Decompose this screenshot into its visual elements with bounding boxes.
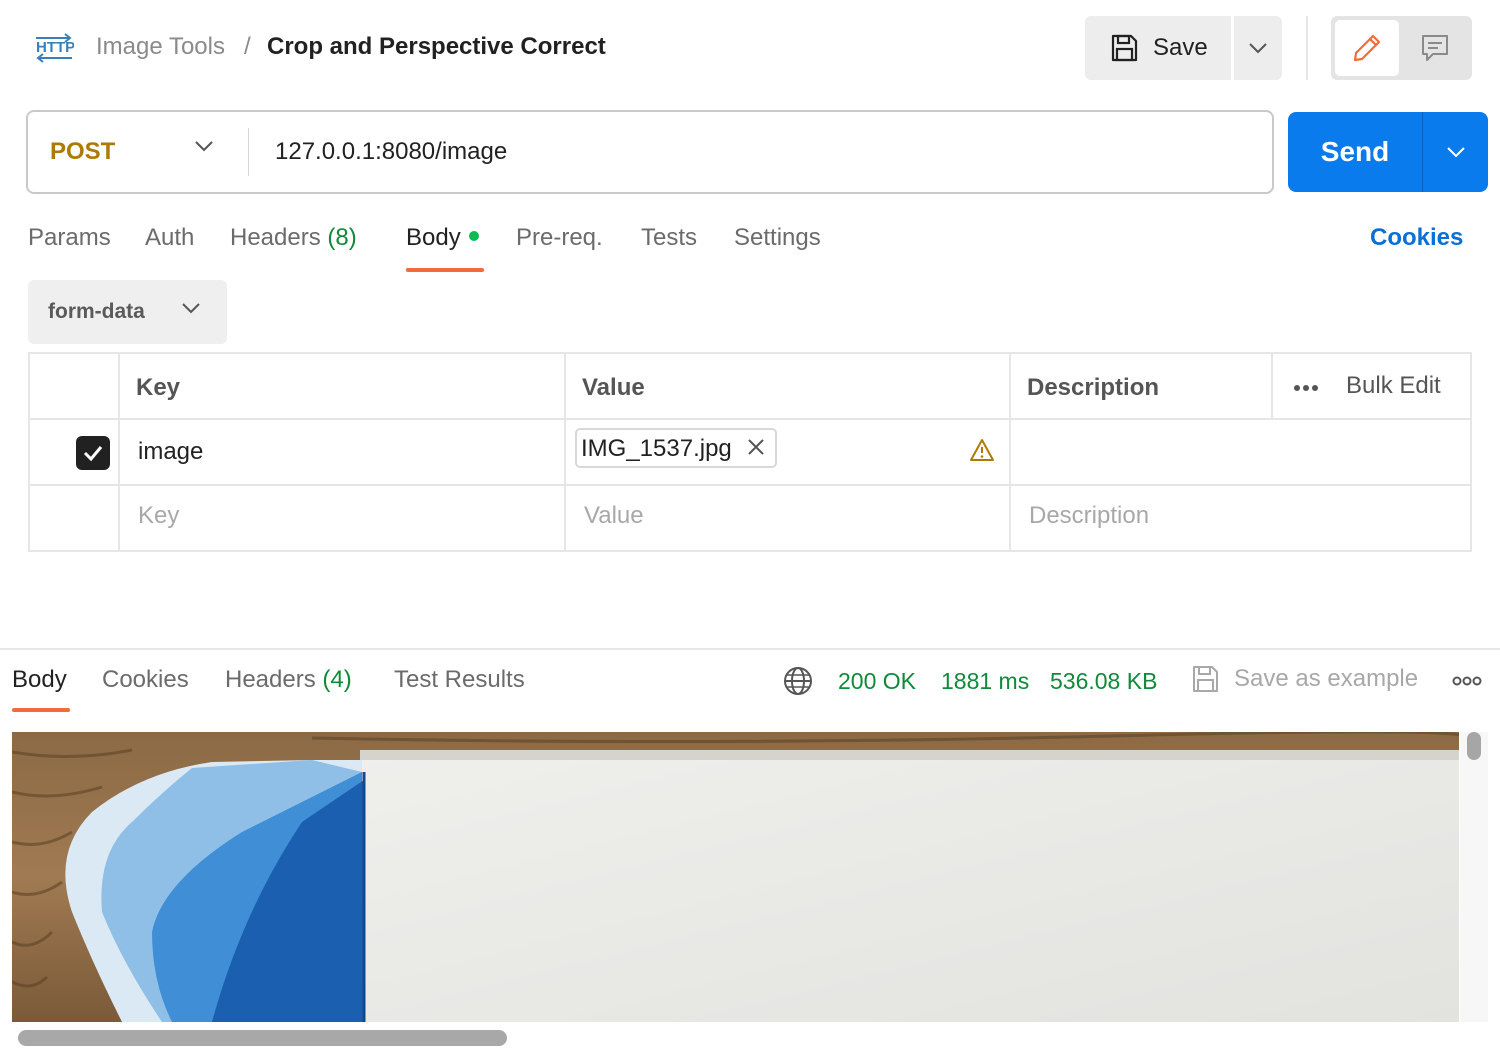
pencil-icon [1353, 34, 1381, 62]
cookies-link[interactable]: Cookies [1370, 224, 1463, 252]
response-tab-cookies[interactable]: Cookies [102, 666, 189, 694]
send-button[interactable]: Send [1288, 112, 1422, 192]
form-data-table: Key Value Description Bulk Edit image IM… [28, 352, 1472, 552]
chevron-down-icon [182, 303, 200, 314]
send-button-group: Send [1288, 112, 1488, 192]
body-modified-dot [468, 230, 479, 241]
header-divider [1306, 16, 1308, 80]
globe-icon[interactable] [783, 666, 813, 696]
url-divider [248, 128, 249, 176]
column-header-key: Key [136, 374, 181, 401]
row-checkbox-cell [30, 420, 120, 486]
tab-body[interactable]: Body [406, 224, 479, 252]
tab-tests[interactable]: Tests [641, 224, 697, 252]
more-dots-icon[interactable] [1293, 384, 1319, 392]
tab-pre-request[interactable]: Pre-req. [516, 224, 603, 252]
vertical-scrollbar[interactable] [1467, 732, 1481, 760]
header-description-cell: Description [1011, 354, 1273, 420]
row-enabled-checkbox[interactable] [76, 436, 110, 470]
file-chip: IMG_1537.jpg [575, 428, 777, 468]
tab-auth[interactable]: Auth [145, 224, 194, 252]
column-header-value: Value [582, 374, 645, 401]
row-key: image [138, 438, 204, 465]
tab-headers-count: (8) [327, 224, 357, 251]
column-header-description: Description [1027, 374, 1160, 401]
breadcrumb-collection[interactable]: Image Tools [96, 33, 225, 61]
save-label: Save [1153, 34, 1208, 61]
comment-mode-button[interactable] [1403, 20, 1467, 76]
new-row-checkbox-cell [30, 486, 120, 550]
mode-toggle [1331, 16, 1472, 80]
save-icon [1111, 34, 1138, 62]
response-time[interactable]: 1881 ms [941, 668, 1029, 695]
new-description-placeholder: Description [1029, 502, 1150, 529]
response-divider [0, 648, 1500, 650]
url-bar: POST 127.0.0.1:8080/image [26, 110, 1274, 194]
warning-icon[interactable] [969, 438, 995, 462]
tab-body-label: Body [406, 224, 461, 251]
file-name: IMG_1537.jpg [581, 435, 732, 462]
new-key-placeholder: Key [138, 502, 180, 529]
vertical-scrollbar-track [1460, 732, 1488, 1022]
new-value-placeholder: Value [584, 502, 644, 529]
header-actions-cell: Bulk Edit [1273, 354, 1472, 420]
chevron-down-icon [1446, 147, 1465, 158]
checkmark-icon [83, 446, 103, 462]
save-icon [1193, 666, 1218, 692]
response-size[interactable]: 536.08 KB [1050, 668, 1157, 695]
more-dots-icon[interactable] [1452, 676, 1482, 686]
response-image [12, 732, 1459, 1022]
chevron-down-icon [1249, 43, 1267, 54]
new-key-input[interactable]: Key [120, 486, 566, 550]
header-value-cell: Value [566, 354, 1011, 420]
request-name[interactable]: Crop and Perspective Correct [267, 33, 606, 61]
response-tab-headers-count: (4) [322, 666, 352, 693]
header-checkbox-cell [30, 354, 120, 420]
send-options-button[interactable] [1423, 112, 1488, 192]
tab-headers-label: Headers [230, 224, 321, 251]
edit-mode-button[interactable] [1335, 20, 1399, 76]
method-selector[interactable]: POST [50, 138, 115, 166]
tab-params[interactable]: Params [28, 224, 111, 252]
new-description-input[interactable]: Description [1011, 486, 1472, 550]
bulk-edit-button[interactable]: Bulk Edit [1346, 372, 1441, 400]
row-value-cell[interactable]: IMG_1537.jpg [566, 420, 1011, 486]
save-as-example-button[interactable]: Save as example [1190, 664, 1418, 694]
save-button-group: Save [1085, 16, 1282, 80]
row-description-cell[interactable] [1011, 420, 1472, 486]
save-as-example-label: Save as example [1234, 665, 1419, 692]
close-icon[interactable] [747, 438, 765, 456]
url-input[interactable]: 127.0.0.1:8080/image [275, 138, 507, 166]
body-type-label: form-data [48, 300, 145, 323]
header: HTTP Image Tools / Crop and Perspective … [0, 0, 1500, 96]
tab-headers[interactable]: Headers (8) [230, 224, 357, 252]
response-status[interactable]: 200 OK [838, 668, 916, 695]
response-active-tab-indicator [12, 708, 70, 712]
header-key-cell: Key [120, 354, 566, 420]
horizontal-scrollbar[interactable] [18, 1030, 507, 1046]
response-tab-test-results[interactable]: Test Results [394, 666, 525, 694]
tab-settings[interactable]: Settings [734, 224, 821, 252]
response-tab-headers-label: Headers [225, 666, 316, 693]
svg-text:HTTP: HTTP [36, 39, 74, 56]
comment-icon [1422, 35, 1448, 61]
response-tab-body[interactable]: Body [12, 666, 67, 694]
response-image-preview[interactable] [12, 732, 1459, 1022]
chevron-down-icon[interactable] [194, 140, 214, 152]
active-tab-indicator [406, 268, 484, 272]
breadcrumb-separator: / [244, 33, 251, 60]
body-type-selector[interactable]: form-data [28, 280, 227, 344]
save-button[interactable]: Save [1085, 16, 1231, 80]
new-value-input[interactable]: Value [566, 486, 1011, 550]
response-tab-headers[interactable]: Headers (4) [225, 666, 352, 694]
http-icon: HTTP [36, 33, 74, 63]
save-options-button[interactable] [1234, 16, 1282, 80]
row-key-cell[interactable]: image [120, 420, 566, 486]
